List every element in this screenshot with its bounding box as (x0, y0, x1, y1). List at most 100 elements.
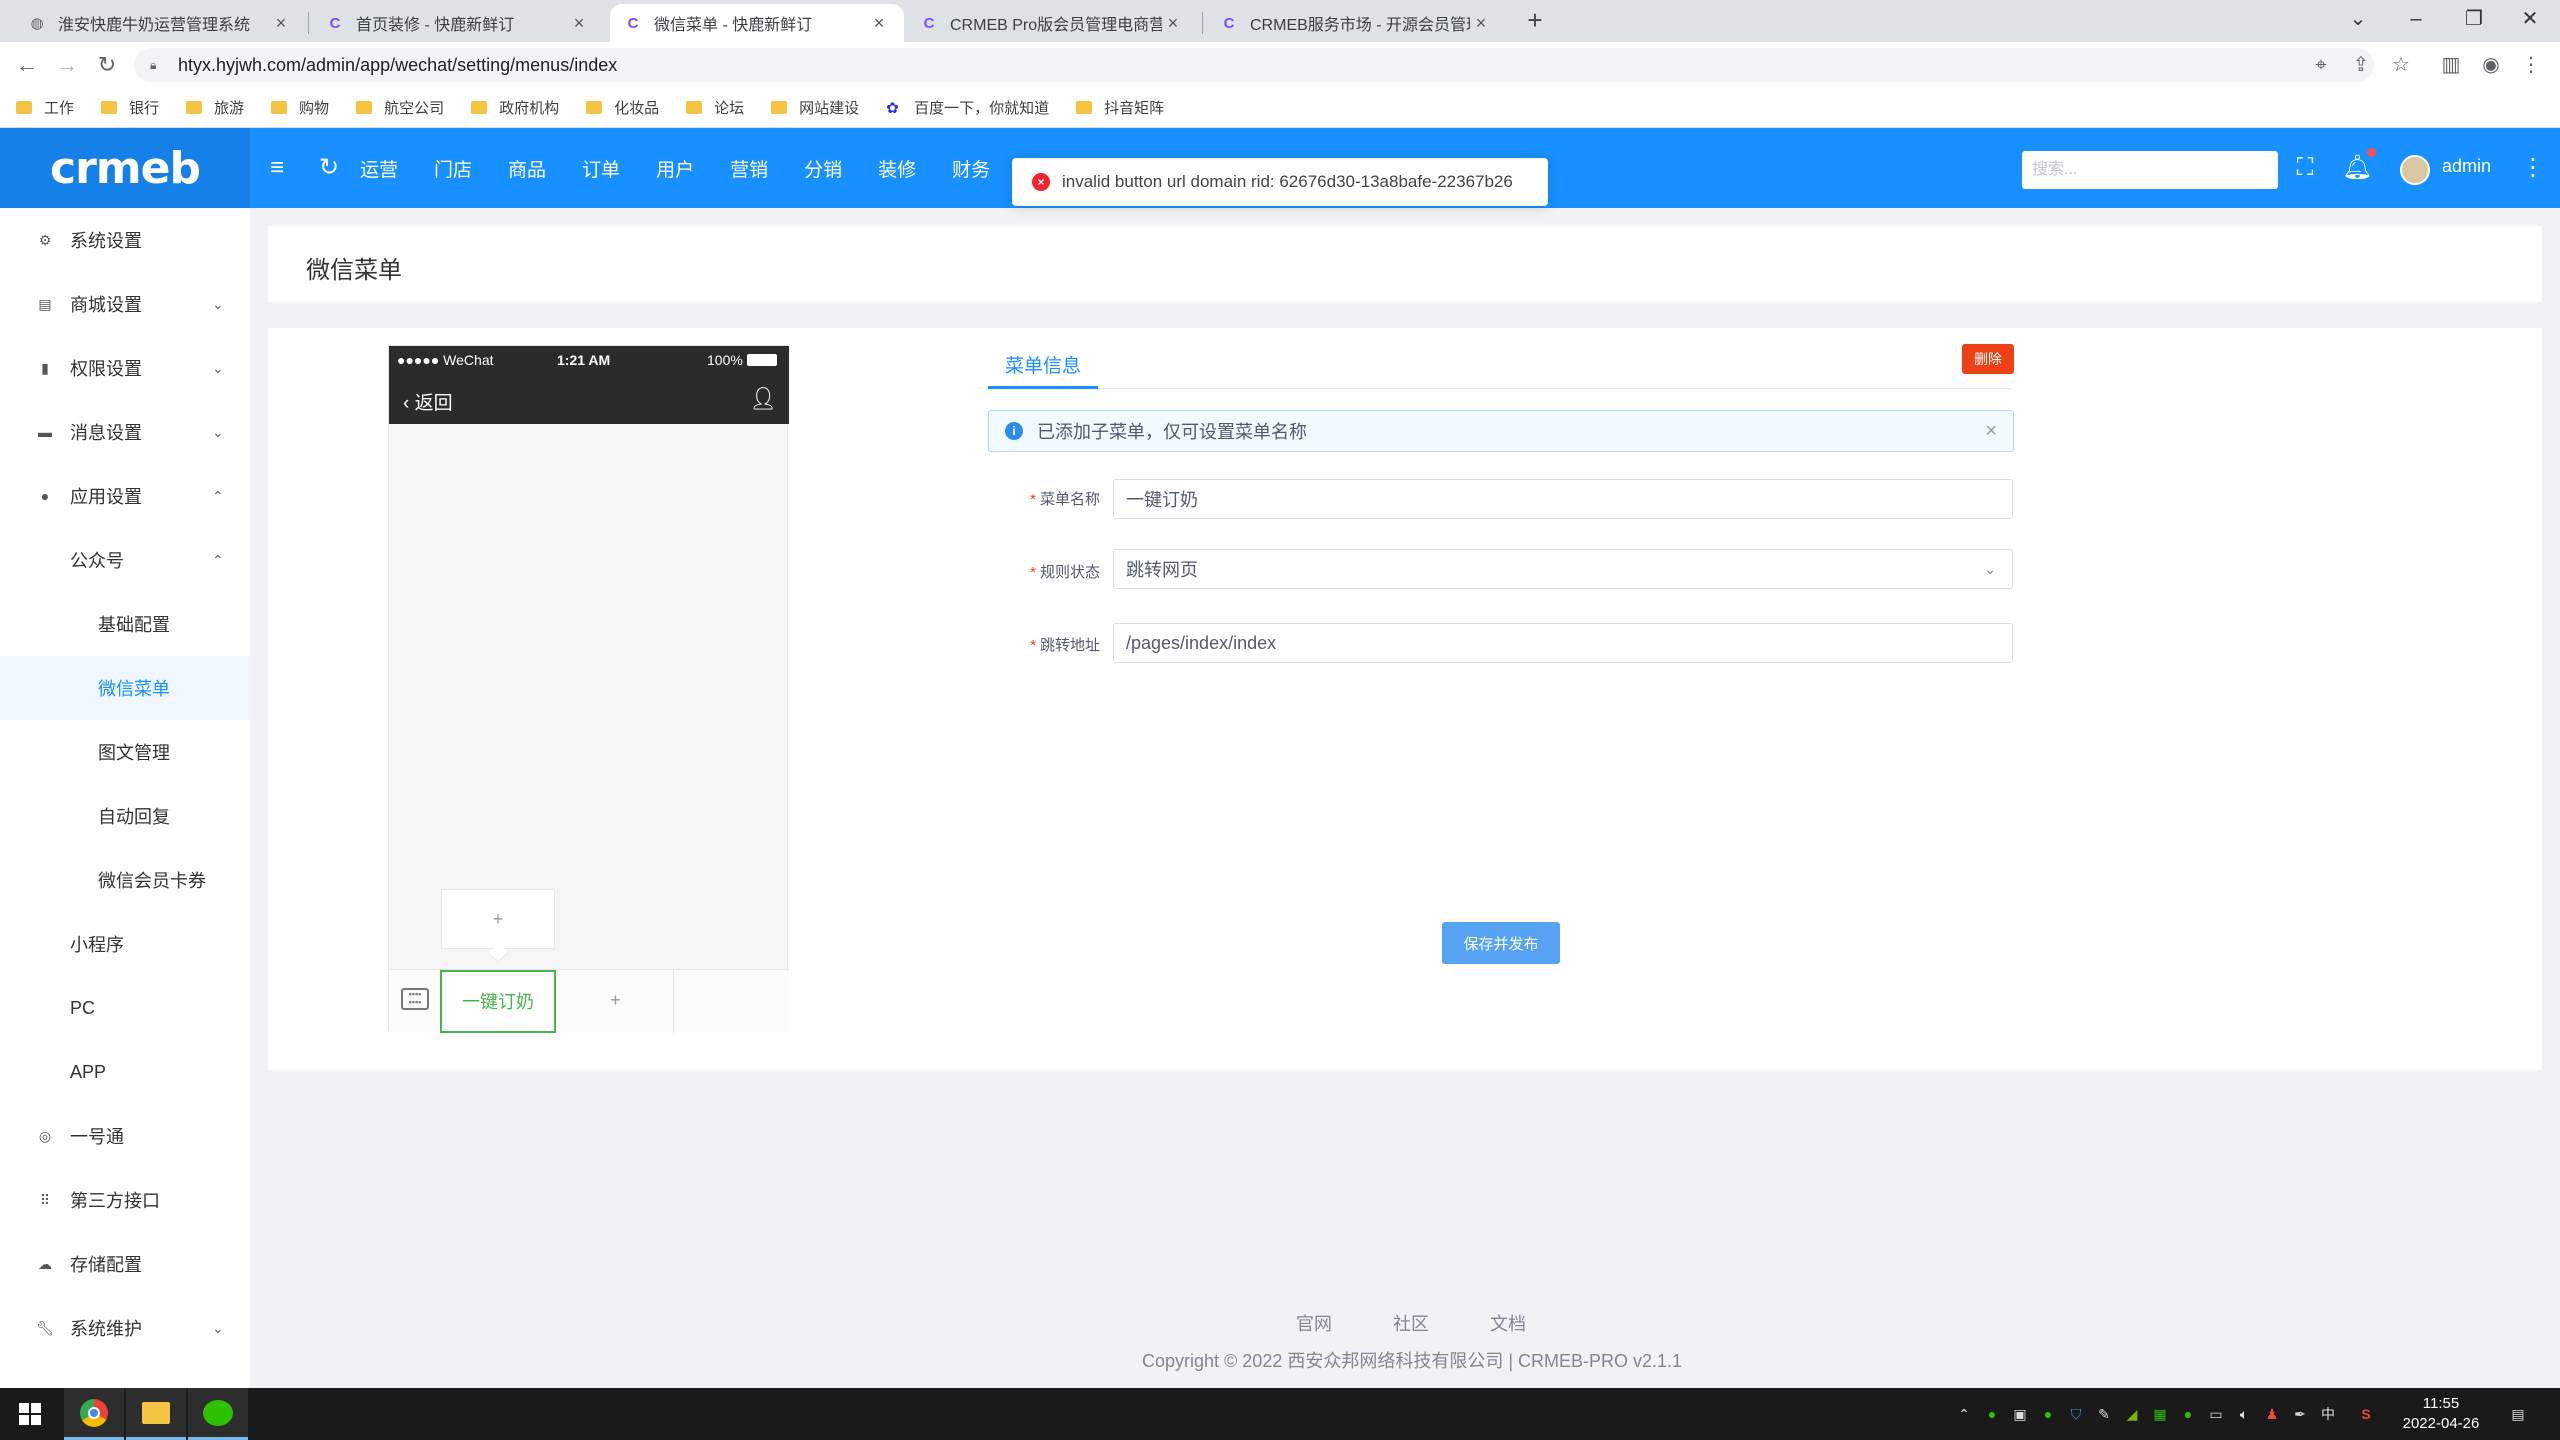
sidebar-item-pc[interactable]: PC (0, 976, 250, 1040)
topnav-item[interactable]: 门店 (434, 155, 472, 182)
reload-icon[interactable]: ↻ (92, 50, 122, 80)
minimize-button[interactable]: – (2396, 4, 2436, 34)
sidebar-item-system-settings[interactable]: ⚙ 系统设置 (0, 208, 250, 272)
delete-button[interactable]: 删除 (1962, 344, 2014, 374)
menu-name-input[interactable] (1113, 479, 2013, 519)
tray-green-icon[interactable]: ▦ (2150, 1404, 2170, 1424)
new-tab-button[interactable]: + (1520, 6, 1550, 36)
keyboard-icon[interactable]: ▪▪▪▪ ▪▪▪▪ (401, 988, 429, 1010)
browser-tab[interactable]: ◍ 淮安快鹿牛奶运营管理系统 × (14, 4, 306, 42)
wechat-tray-icon-2[interactable]: ● (2178, 1404, 2198, 1424)
topnav-item[interactable]: 商品 (508, 155, 546, 182)
menu-collapse-icon[interactable]: ≡ (262, 153, 292, 183)
footer-link[interactable]: 官网 (1296, 1314, 1332, 1334)
add-menu-button[interactable]: + (558, 970, 674, 1033)
tray-app-icon[interactable]: ▣ (2010, 1404, 2030, 1424)
sidebar-item-yihaotong[interactable]: ◎ 一号通 (0, 1104, 250, 1168)
logo-area[interactable]: crmeb (0, 128, 250, 208)
sidebar-item-wechat-menu[interactable]: 微信菜单 (0, 656, 250, 720)
wechat-work-tray-icon[interactable]: ● (2038, 1404, 2058, 1424)
jump-url-input[interactable] (1113, 623, 2013, 663)
sidebar-item-storage[interactable]: ☁ 存储配置 (0, 1232, 250, 1296)
wechat-taskbar-icon[interactable] (188, 1388, 248, 1440)
fullscreen-icon[interactable]: ⛶ (2290, 153, 2320, 183)
bookmark-folder[interactable]: 旅游 (186, 97, 244, 118)
close-icon[interactable]: × (270, 13, 292, 34)
restore-button[interactable]: ❐ (2454, 4, 2494, 34)
wechat-tray-icon[interactable]: ● (1982, 1404, 2002, 1424)
footer-link[interactable]: 文档 (1490, 1314, 1526, 1334)
nvidia-tray-icon[interactable]: ◢ (2122, 1404, 2142, 1424)
bookmark-folder[interactable]: 工作 (16, 97, 74, 118)
tab-menu-info[interactable]: 菜单信息 (988, 345, 1098, 389)
sidebar-item-permission-settings[interactable]: ▮ 权限设置 ⌄ (0, 336, 250, 400)
tab-search-icon[interactable]: ⌄ (2338, 4, 2378, 34)
shield-icon[interactable]: ⛉ (2066, 1404, 2086, 1424)
close-icon[interactable]: × (1470, 13, 1492, 34)
bookmark-folder[interactable]: 论坛 (686, 97, 744, 118)
windows-start-icon[interactable] (0, 1388, 60, 1440)
topnav-item[interactable]: 分销 (804, 155, 842, 182)
back-arrow-icon[interactable]: ← (12, 50, 42, 80)
bell-icon[interactable]: 🔔︎ (2342, 153, 2372, 183)
volume-icon[interactable]: 🔈︎ (2234, 1404, 2254, 1424)
file-explorer-taskbar-icon[interactable] (126, 1388, 186, 1440)
location-pin-icon[interactable]: ⌖ (2306, 50, 2336, 80)
topnav-item[interactable]: 用户 (656, 155, 694, 182)
sidebar-item-basic-config[interactable]: 基础配置 (0, 592, 250, 656)
sidebar-item-app[interactable]: APP (0, 1040, 250, 1104)
bookmark-folder[interactable]: 政府机构 (471, 97, 559, 118)
sidebar-item-shop-settings[interactable]: ▤ 商城设置 ⌄ (0, 272, 250, 336)
bookmark-folder[interactable]: 抖音矩阵 (1076, 97, 1164, 118)
taskbar-clock[interactable]: 11:55 2022-04-26 (2396, 1394, 2486, 1434)
browser-tab-active[interactable]: C 微信菜单 - 快鹿新鲜订 × (610, 4, 904, 42)
browser-tab[interactable]: C CRMEB服务市场 - 开源会员管理 × (1206, 4, 1506, 42)
qq-tray-icon[interactable]: ♟ (2262, 1404, 2282, 1424)
bookmark-folder[interactable]: 化妆品 (586, 97, 659, 118)
bookmark-star-icon[interactable]: ☆ (2386, 50, 2416, 80)
ime-indicator[interactable]: 中 (2318, 1404, 2338, 1424)
more-menu-icon[interactable]: ⋮ (2516, 50, 2546, 80)
close-icon[interactable]: × (868, 13, 890, 34)
notifications-icon[interactable]: ▤ (2508, 1404, 2528, 1424)
share-icon[interactable]: ⇪ (2346, 50, 2376, 80)
profile-icon[interactable]: ◉ (2476, 50, 2506, 80)
menu-button-active[interactable]: 一键订奶 (440, 970, 556, 1033)
sidebar-item-news-management[interactable]: 图文管理 (0, 720, 250, 784)
bookmark-folder[interactable]: 银行 (101, 97, 159, 118)
rule-status-select[interactable]: 跳转网页 ⌄ (1113, 549, 2013, 589)
browser-tab[interactable]: C 首页装修 - 快鹿新鲜订 × (312, 4, 604, 42)
sidebar-item-app-settings[interactable]: ● 应用设置 ⌃ (0, 464, 250, 528)
topnav-item[interactable]: 装修 (878, 155, 916, 182)
footer-link[interactable]: 社区 (1393, 1314, 1429, 1334)
tray-pen-icon[interactable]: ✎ (2094, 1404, 2114, 1424)
sidebar-item-official-account[interactable]: 公众号 ⌃ (0, 528, 250, 592)
sidebar-item-mini-program[interactable]: 小程序 (0, 912, 250, 976)
avatar[interactable] (2400, 155, 2430, 185)
close-icon[interactable]: × (1162, 13, 1184, 34)
close-icon[interactable]: × (1985, 420, 1997, 443)
pen-tray-icon[interactable]: ✒ (2290, 1404, 2310, 1424)
close-window-button[interactable]: ✕ (2510, 4, 2550, 34)
bookmark-baidu[interactable]: ✿ 百度一下，你就知道 (886, 97, 1049, 118)
refresh-icon[interactable]: ↻ (314, 153, 344, 183)
url-bar[interactable]: 🔒︎ htyx.hyjwh.com/admin/app/wechat/setti… (134, 48, 2374, 82)
add-submenu-button[interactable]: + (441, 889, 555, 949)
bookmark-folder[interactable]: 购物 (271, 97, 329, 118)
username[interactable]: admin (2442, 156, 2491, 177)
forward-arrow-icon[interactable]: → (52, 50, 82, 80)
tray-expand-icon[interactable]: ⌃ (1954, 1404, 1974, 1424)
sidebar-item-member-card[interactable]: 微信会员卡券 (0, 848, 250, 912)
sogou-ime-icon[interactable]: S (2356, 1404, 2376, 1424)
close-icon[interactable]: × (568, 13, 590, 34)
save-publish-button[interactable]: 保存并发布 (1442, 922, 1560, 964)
browser-tab[interactable]: C CRMEB Pro版会员管理电商营销 × (906, 4, 1198, 42)
topnav-item[interactable]: 运营 (360, 155, 398, 182)
sidebar-item-message-settings[interactable]: ▬ 消息设置 ⌄ (0, 400, 250, 464)
sidebar-item-third-party[interactable]: ⠿ 第三方接口 (0, 1168, 250, 1232)
more-vertical-icon[interactable]: ⋮ (2518, 153, 2548, 183)
header-search-input[interactable] (2022, 151, 2278, 189)
sidebar-item-maintenance[interactable]: 🔧︎ 系统维护 ⌄ (0, 1296, 250, 1360)
chrome-taskbar-icon[interactable] (64, 1388, 124, 1440)
topnav-item[interactable]: 营销 (730, 155, 768, 182)
